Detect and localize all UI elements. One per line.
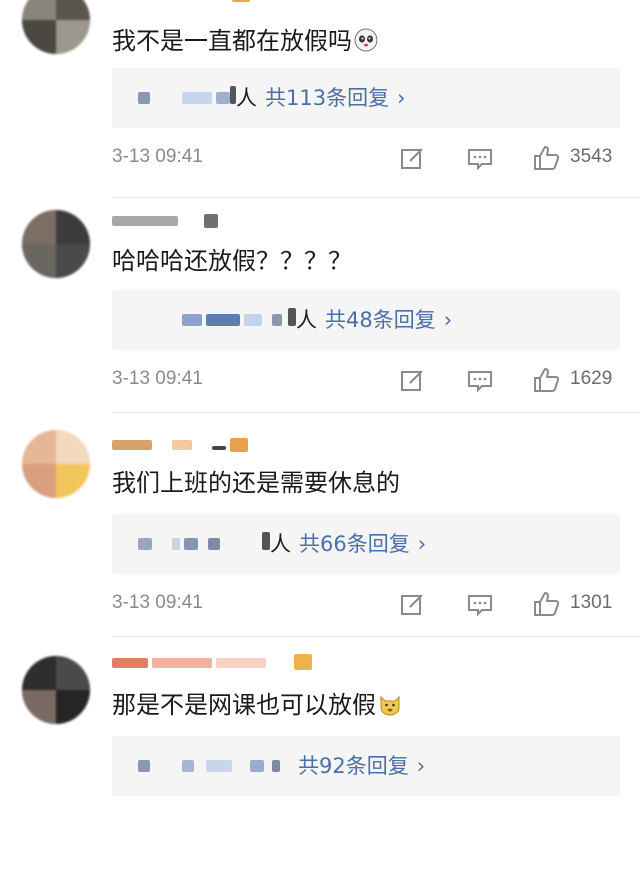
divider: [112, 412, 640, 413]
comment-item: 我不是一直都在放假吗 人共113条回复 › 3-13 09:41 3543: [0, 0, 640, 214]
thumbs-up-icon[interactable]: [532, 366, 560, 394]
comment-text: 我们上班的还是需要休息的: [112, 466, 400, 500]
comment-text: 那是不是网课也可以放假: [112, 688, 402, 722]
doge-emoji: [378, 691, 402, 716]
reply-preview[interactable]: 共92条回复 ›: [112, 736, 620, 796]
chevron-right-icon: ›: [416, 754, 426, 778]
like-count: 1629: [570, 368, 613, 389]
reply-preview[interactable]: 人共113条回复 ›: [112, 68, 620, 128]
thumbs-up-icon[interactable]: [532, 144, 560, 172]
avatar[interactable]: [22, 210, 90, 278]
like-count: 3543: [570, 146, 613, 167]
reply-count-link[interactable]: 共113条回复: [265, 86, 389, 110]
comment-meta: 3-13 09:41 1301: [0, 584, 640, 624]
panda-face-emoji: [354, 27, 378, 52]
edit-repost-icon[interactable]: [398, 590, 426, 618]
divider: [112, 197, 640, 198]
chevron-right-icon: ›: [443, 308, 453, 332]
like-count: 1301: [570, 592, 613, 613]
comment-meta: 3-13 09:41 3543: [0, 138, 640, 178]
avatar[interactable]: [22, 430, 90, 498]
reply-suffix: 人: [270, 532, 291, 556]
chevron-right-icon: ›: [417, 532, 427, 556]
comment-item: 那是不是网课也可以放假 共92条回复 ›: [0, 648, 640, 870]
comment-text-content: 那是不是网课也可以放假: [112, 691, 376, 719]
chevron-right-icon: ›: [397, 86, 406, 110]
comment-date: 3-13 09:41: [112, 592, 203, 613]
avatar[interactable]: [22, 656, 90, 724]
comment-icon[interactable]: [466, 590, 494, 618]
comment-text-content: 哈哈哈还放假？？？？: [112, 247, 352, 275]
edit-repost-icon[interactable]: [398, 144, 426, 172]
reply-preview[interactable]: 人共48条回复 ›: [112, 290, 620, 350]
comment-text: 哈哈哈还放假？？？？: [112, 244, 352, 278]
comment-meta: 3-13 09:41 1629: [0, 360, 640, 400]
comment-item: 我们上班的还是需要休息的 人共66条回复 › 3-13 09:41 1301: [0, 424, 640, 646]
comment-date: 3-13 09:41: [112, 146, 203, 167]
reply-count-link[interactable]: 共92条回复: [298, 754, 409, 778]
edit-repost-icon[interactable]: [398, 366, 426, 394]
reply-count-link[interactable]: 共48条回复: [325, 308, 436, 332]
comment-text-content: 我们上班的还是需要休息的: [112, 469, 400, 497]
comment-text: 我不是一直都在放假吗: [112, 24, 378, 58]
comment-text-content: 我不是一直都在放假吗: [112, 27, 352, 55]
reply-suffix: 人: [296, 308, 317, 332]
comment-icon[interactable]: [466, 366, 494, 394]
comment-item: 哈哈哈还放假？？？？ 人共48条回复 › 3-13 09:41 1629: [0, 200, 640, 422]
reply-preview[interactable]: 人共66条回复 ›: [112, 514, 620, 574]
comment-icon[interactable]: [466, 144, 494, 172]
divider: [112, 636, 640, 637]
thumbs-up-icon[interactable]: [532, 590, 560, 618]
reply-count-link[interactable]: 共66条回复: [299, 532, 410, 556]
avatar[interactable]: [22, 0, 90, 54]
comment-date: 3-13 09:41: [112, 368, 203, 389]
reply-suffix: 人: [236, 86, 257, 110]
